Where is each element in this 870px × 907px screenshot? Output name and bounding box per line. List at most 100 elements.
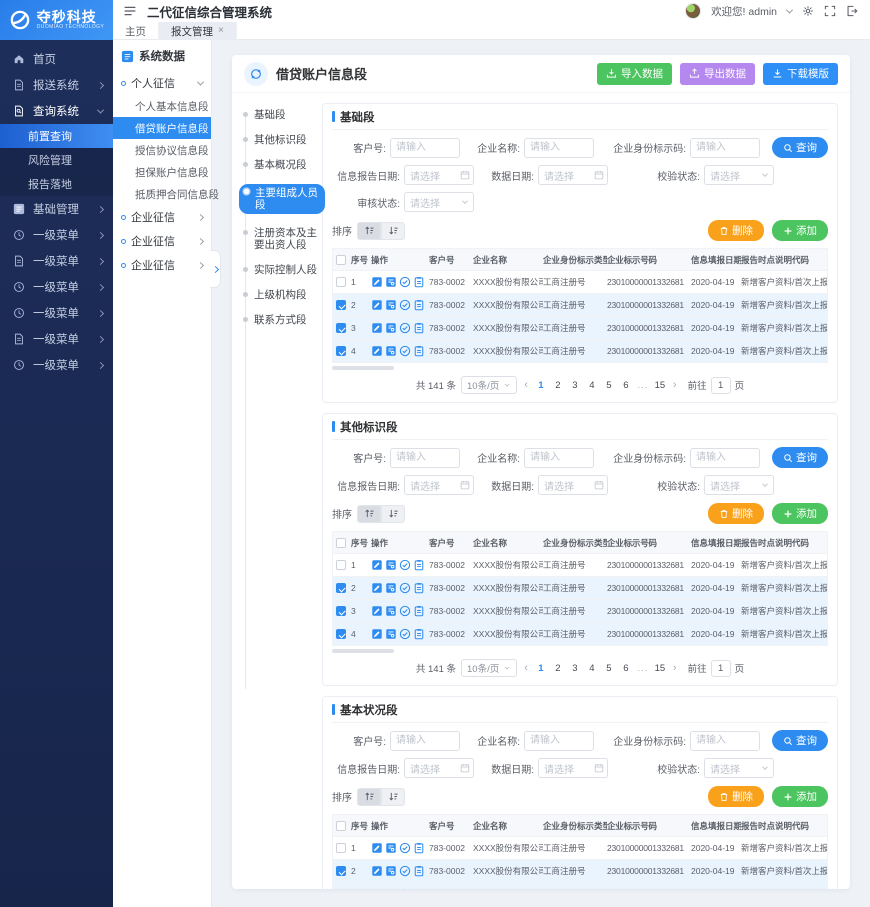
table-row[interactable]: 1 783-0002 XXXX股份有限公司 工商注册号 230100000013… [333,271,827,294]
table-row[interactable]: 3 783-0002 XXXX股份有限公司 工商注册号 230100000013… [333,600,827,623]
report-date-picker[interactable]: 请选择 [404,475,474,495]
row-checkbox[interactable] [336,323,346,333]
edit-icon[interactable] [371,582,383,594]
sidebar-item-home[interactable]: 首页 [0,46,113,72]
sidebar-item-menu-5[interactable]: 一级菜单 [0,326,113,352]
sidebar-item-menu-3[interactable]: 一级菜单 [0,274,113,300]
delete-button[interactable]: 删除 [708,220,764,241]
prev-page-button[interactable]: ‹ [522,662,530,674]
sidebar-item-base-manage[interactable]: 基础管理 [0,196,113,222]
anchor-superior-org[interactable]: 上级机构段 [242,289,322,301]
report-date-picker[interactable]: 请选择 [404,758,474,778]
tree-leaf-loan-account[interactable]: 借贷账户信息段 [113,117,211,139]
fullscreen-icon[interactable] [824,5,836,17]
edit-icon[interactable] [371,276,383,288]
user-menu-chevron-icon[interactable] [786,6,793,13]
page-number[interactable]: 5 [603,380,615,391]
customer-no-input[interactable] [390,731,460,751]
page-size-select[interactable]: 10条/页 [461,376,517,394]
next-page-button[interactable]: › [671,662,679,674]
copy-icon[interactable] [413,559,425,571]
id-code-input[interactable] [690,138,760,158]
select-all-checkbox[interactable] [336,255,346,265]
page-number[interactable]: 6 [620,663,632,674]
select-all-checkbox[interactable] [336,821,346,831]
row-checkbox[interactable] [336,277,346,287]
audit-icon[interactable] [399,888,411,889]
import-data-button[interactable]: 导入数据 [597,63,672,85]
audit-icon[interactable] [399,322,411,334]
copy-icon[interactable] [413,299,425,311]
page-number[interactable]: 1 [535,663,547,674]
search-button[interactable]: 查询 [772,447,828,468]
edit-icon[interactable] [371,605,383,617]
anchor-other-id[interactable]: 其他标识段 [242,134,322,146]
edit-icon[interactable] [371,299,383,311]
sort-asc-button[interactable] [357,222,381,240]
row-checkbox[interactable] [336,866,346,876]
tree-leaf-guarantee-account[interactable]: 担保账户信息段 [113,161,211,183]
report-date-picker[interactable]: 请选择 [404,165,474,185]
page-number[interactable]: 3 [569,380,581,391]
copy-icon[interactable] [413,628,425,640]
audit-icon[interactable] [399,559,411,571]
sidebar-item-report-system[interactable]: 报送系统 [0,72,113,98]
row-checkbox[interactable] [336,606,346,616]
tree-node-enterprise-credit-1[interactable]: 企业征信 [113,205,211,229]
tab-close-icon[interactable]: × [218,26,224,36]
sidebar-subitem-risk-manage[interactable]: 风险管理 [0,148,113,172]
sidebar-item-menu-2[interactable]: 一级菜单 [0,248,113,274]
id-code-input[interactable] [690,448,760,468]
tree-node-enterprise-credit-3[interactable]: 企业征信 [113,253,211,277]
panel-collapse-handle[interactable] [210,250,221,288]
sidebar-subitem-report-landing[interactable]: 报告落地 [0,172,113,196]
sidebar-subitem-front-query[interactable]: 前置查询 [0,124,113,148]
tree-leaf-pledge-contract[interactable]: 抵质押合同信息段 [113,183,211,205]
tree-node-enterprise-credit-2[interactable]: 企业征信 [113,229,211,253]
audit-icon[interactable] [399,628,411,640]
copy-icon[interactable] [413,582,425,594]
edit-icon[interactable] [371,345,383,357]
id-code-input[interactable] [690,731,760,751]
audit-icon[interactable] [399,865,411,877]
detail-icon[interactable] [385,582,397,594]
download-template-button[interactable]: 下载模版 [763,63,838,85]
table-row[interactable]: 3 783-0002 XXXX股份有限公司 工商注册号 230100000013… [333,883,827,889]
row-checkbox[interactable] [336,629,346,639]
data-date-picker[interactable]: 请选择 [538,758,608,778]
sidebar-item-menu-4[interactable]: 一级菜单 [0,300,113,326]
anchor-key-members[interactable]: 主要组成人员段 [239,184,325,214]
page-number[interactable]: 15 [654,380,666,391]
data-date-picker[interactable]: 请选择 [538,165,608,185]
detail-icon[interactable] [385,345,397,357]
anchor-registered-capital[interactable]: 注册资本及主要出资人段 [242,227,322,251]
copy-icon[interactable] [413,865,425,877]
edit-icon[interactable] [371,322,383,334]
review-status-select[interactable]: 请选择 [404,192,474,212]
sort-desc-button[interactable] [381,222,405,240]
delete-button[interactable]: 删除 [708,503,764,524]
table-row[interactable]: 1 783-0002 XXXX股份有限公司 工商注册号 230100000013… [333,837,827,860]
search-button[interactable]: 查询 [772,137,828,158]
detail-icon[interactable] [385,559,397,571]
add-button[interactable]: 添加 [772,786,828,807]
copy-icon[interactable] [413,605,425,617]
company-name-input[interactable] [524,731,594,751]
settings-gear-icon[interactable] [802,5,814,17]
tab-home[interactable]: 主页 [113,22,159,40]
audit-icon[interactable] [399,345,411,357]
company-name-input[interactable] [524,138,594,158]
audit-icon[interactable] [399,582,411,594]
horizontal-scrollbar[interactable] [332,366,394,370]
customer-no-input[interactable] [390,448,460,468]
detail-icon[interactable] [385,605,397,617]
copy-icon[interactable] [413,842,425,854]
menu-toggle-icon[interactable] [123,4,137,18]
tab-message-manage[interactable]: 报文管理 × [159,22,237,40]
sort-desc-button[interactable] [381,505,405,523]
edit-icon[interactable] [371,628,383,640]
add-button[interactable]: 添加 [772,503,828,524]
goto-page-input[interactable] [711,377,731,394]
row-checkbox[interactable] [336,583,346,593]
sidebar-item-menu-6[interactable]: 一级菜单 [0,352,113,378]
